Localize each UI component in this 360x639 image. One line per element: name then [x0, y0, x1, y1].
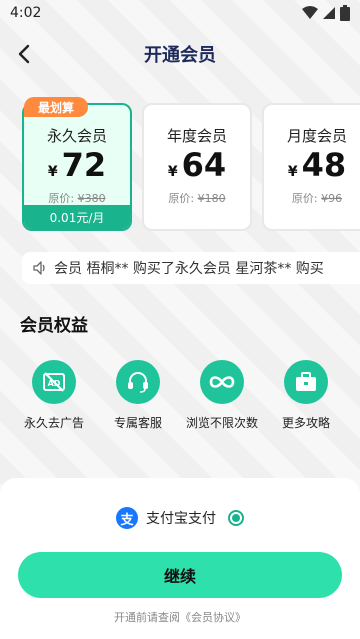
plan-price: ¥ 64 — [144, 149, 250, 181]
currency-symbol: ¥ — [287, 164, 298, 180]
original-price-label: 原价: — [48, 192, 75, 205]
currency-symbol: ¥ — [167, 164, 178, 180]
plan-card-yearly[interactable]: 年度会员 ¥ 64 原价: ¥180 — [142, 103, 252, 231]
payment-method-label: 支付宝支付 — [146, 511, 216, 527]
plan-name: 月度会员 — [286, 127, 347, 145]
continue-button[interactable]: 继续 — [18, 552, 342, 598]
membership-agreement-link[interactable]: 开通前请查阅《会员协议》 — [0, 609, 360, 625]
benefits-title: 会员权益 — [20, 316, 88, 336]
benefit-label: 浏览不限次数 — [185, 416, 258, 430]
plan-name: 年度会员 — [166, 127, 227, 145]
original-price: 原价: ¥96 — [264, 190, 360, 206]
purchase-ticker: 会员 梧桐** 购买了永久会员 星河茶** 购买 — [22, 252, 360, 284]
speaker-icon — [32, 260, 48, 276]
headset-icon — [116, 360, 160, 404]
original-price-value: ¥180 — [197, 192, 226, 205]
price-amount: 64 — [181, 146, 227, 184]
benefit-label: 专属客服 — [113, 416, 162, 430]
plan-name: 永久会员 — [46, 127, 107, 145]
original-price-value: ¥96 — [321, 192, 343, 205]
alipay-icon: 支 — [116, 507, 138, 529]
page-title: 开通会员 — [144, 45, 216, 66]
chevron-left-icon — [18, 44, 30, 64]
back-button[interactable] — [10, 38, 38, 70]
status-time: 4:02 — [10, 5, 42, 21]
status-icons — [302, 5, 350, 21]
plan-card-monthly[interactable]: 月度会员 ¥ 48 原价: ¥96 — [262, 103, 360, 231]
header: 开通会员 — [0, 34, 360, 74]
original-price: 原价: ¥380 — [24, 190, 130, 206]
original-price-value: ¥380 — [77, 192, 106, 205]
benefit-no-ads: AD 永久去广告 — [9, 360, 99, 431]
price-amount: 48 — [301, 146, 347, 184]
payment-radio[interactable] — [228, 510, 244, 526]
no-ads-icon: AD — [32, 360, 76, 404]
status-bar: 4:02 — [0, 0, 360, 26]
currency-symbol: ¥ — [47, 164, 58, 180]
payment-method-row[interactable]: 支 支付宝支付 — [0, 506, 360, 530]
benefit-customer-service: 专属客服 — [93, 360, 183, 431]
monthly-rate: 0.01元/月 — [24, 205, 130, 229]
original-price-label: 原价: — [168, 192, 195, 205]
benefit-more-guides: 更多攻略 — [261, 360, 351, 431]
plan-price: ¥ 48 — [264, 149, 360, 181]
benefit-label: 永久去广告 — [23, 416, 84, 430]
payment-sheet: 支 支付宝支付 继续 开通前请查阅《会员协议》 — [0, 478, 360, 639]
plan-price: ¥ 72 — [24, 149, 130, 181]
briefcase-icon — [284, 360, 328, 404]
original-price-label: 原价: — [291, 192, 318, 205]
benefits-grid: AD 永久去广告 专属客服 浏览不限次数 更多攻略 — [0, 360, 360, 440]
original-price: 原价: ¥180 — [144, 190, 250, 206]
infinity-icon — [200, 360, 244, 404]
plan-list: 永久会员 ¥ 72 原价: ¥380 0.01元/月 年度会员 ¥ 64 原价:… — [22, 103, 360, 235]
signal-icon — [323, 7, 335, 19]
benefit-label: 更多攻略 — [281, 416, 330, 430]
plan-card-lifetime[interactable]: 永久会员 ¥ 72 原价: ¥380 0.01元/月 — [22, 103, 132, 231]
benefit-unlimited-browsing: 浏览不限次数 — [177, 360, 267, 431]
price-amount: 72 — [61, 146, 107, 184]
ticker-text: 会员 梧桐** 购买了永久会员 星河茶** 购买 — [54, 261, 324, 277]
battery-icon — [340, 5, 350, 21]
best-value-badge: 最划算 — [24, 97, 88, 117]
wifi-icon — [302, 6, 318, 19]
